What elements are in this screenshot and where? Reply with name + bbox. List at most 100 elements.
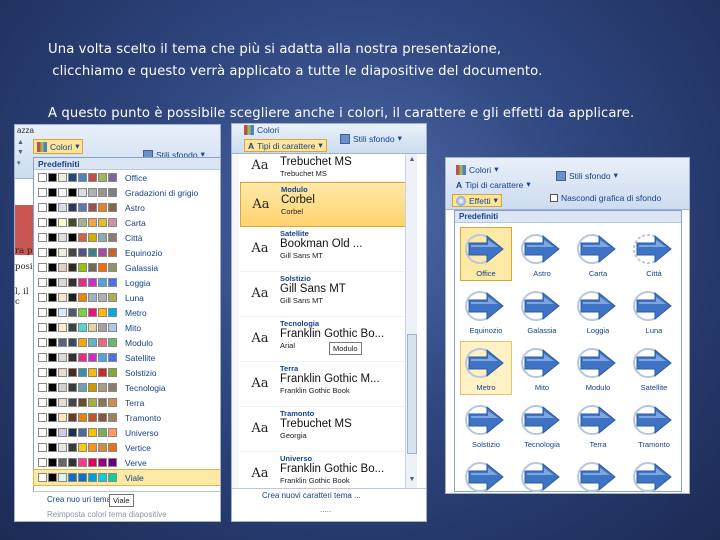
color-swatch [38, 413, 47, 422]
effect-item[interactable]: Loggia [572, 284, 624, 338]
font-theme-item[interactable]: Aa Tecnologia Franklin Gothic Bo... Arial [240, 317, 412, 362]
tipi-di-carattere-button[interactable]: A Tipi di carattere ▾ [244, 139, 327, 152]
font-heading: Trebuchet MS [280, 156, 352, 168]
resize-grip[interactable]: ..... [232, 503, 426, 517]
color-theme-item[interactable]: Tramonto [34, 410, 220, 425]
color-theme-item[interactable]: Verve [34, 455, 220, 470]
font-theme-item[interactable]: Aa Tramonto Trebuchet MS Georgia [240, 407, 412, 452]
color-swatch [78, 458, 87, 467]
scroll-down-icon[interactable]: ▼ [407, 476, 417, 486]
color-swatch [98, 398, 107, 407]
checkbox-icon[interactable] [550, 194, 558, 202]
color-swatch [98, 218, 107, 227]
tooltip-modulo: Modulo [329, 342, 362, 355]
effect-item[interactable]: Office [460, 227, 512, 281]
color-swatch [58, 278, 67, 287]
color-theme-item[interactable]: Carta [34, 215, 220, 230]
effetti-button[interactable]: Effetti ▾ [452, 194, 502, 207]
color-theme-item[interactable]: Solstizio [34, 365, 220, 380]
effect-item[interactable]: Solstizio [460, 398, 512, 452]
color-theme-item[interactable]: Astro [34, 200, 220, 215]
color-swatch [38, 428, 47, 437]
chevron-down-icon: ▾ [526, 179, 531, 189]
color-theme-item[interactable]: Metro [34, 305, 220, 320]
color-swatch [38, 458, 47, 467]
colori-screenshot-panel: azza ▲ ▼ ▾ Colori ▾ Stili sfondo ▾ ra p … [14, 124, 221, 522]
nascondi-grafica-label: Nascondi grafica di sfondo [561, 193, 662, 203]
color-swatch [88, 458, 97, 467]
font-theme-item[interactable]: Aa Universo Franklin Gothic Bo... Franklin … [240, 452, 412, 488]
colori-button[interactable]: Colori ▾ [33, 139, 84, 154]
color-swatch [48, 398, 57, 407]
color-swatch [68, 353, 77, 362]
color-swatch [108, 443, 117, 452]
color-swatches [38, 368, 122, 377]
nascondi-grafica-checkbox[interactable]: Nascondi grafica di sfondo [550, 193, 661, 203]
effect-arrow-icon [521, 462, 560, 492]
effect-item[interactable]: Tramonto [628, 398, 680, 452]
color-theme-item[interactable]: Città [34, 230, 220, 245]
color-theme-item[interactable]: Office [34, 170, 220, 185]
color-theme-item[interactable]: Loggia [34, 275, 220, 290]
color-swatch [58, 173, 67, 182]
color-swatches [38, 398, 122, 407]
effect-item[interactable]: Galassia [516, 284, 568, 338]
effect-item[interactable]: Metro [460, 341, 512, 395]
effect-label: Terra [589, 440, 607, 449]
stili-sfondo-button[interactable]: Stili sfondo ▾ [340, 133, 402, 144]
color-swatch [68, 323, 77, 332]
color-theme-item[interactable]: Tecnologia [34, 380, 220, 395]
color-theme-item[interactable]: Galassia [34, 260, 220, 275]
scroll-up-icon[interactable]: ▲ [407, 156, 417, 166]
font-theme-item[interactable]: Aa Solstizio Gill Sans MT Gill Sans MT [240, 272, 412, 317]
color-theme-item[interactable]: Gradazioni di grigio [34, 185, 220, 200]
effect-item[interactable]: Verve [572, 455, 624, 493]
color-theme-item[interactable]: Terra [34, 395, 220, 410]
font-list-scrollbar[interactable]: ▲ ▼ [405, 154, 417, 488]
effect-item[interactable]: Viale [628, 455, 680, 493]
tipi-di-carattere-button[interactable]: A Tipi di carattere ▾ [456, 179, 531, 190]
color-theme-item[interactable]: Viale [33, 469, 220, 486]
color-swatch [108, 233, 117, 242]
colori-button[interactable]: Colori [244, 125, 279, 135]
color-theme-item[interactable]: Universo [34, 425, 220, 440]
effect-item[interactable]: Astro [516, 227, 568, 281]
stili-sfondo-button[interactable]: Stili sfondo ▾ [556, 170, 618, 181]
effect-item[interactable]: Tecnologia [516, 398, 568, 452]
color-theme-item[interactable]: Luna [34, 290, 220, 305]
effect-item[interactable]: Luna [628, 284, 680, 338]
font-theme-item[interactable]: Aa Modulo Corbel Corbel [240, 182, 412, 227]
effect-item[interactable]: Equinozio [460, 284, 512, 338]
effect-item[interactable]: Satellite [628, 341, 680, 395]
effect-item[interactable]: Modulo [572, 341, 624, 395]
font-theme-item[interactable]: Aa Trebuchet MS Trebuchet MS [240, 154, 412, 182]
color-swatch [98, 203, 107, 212]
crea-nuovi-caratteri-link[interactable]: Crea nuovi caratteri tema ... [232, 489, 426, 503]
color-swatch [68, 308, 77, 317]
effect-item[interactable]: Universo [460, 455, 512, 493]
effect-item[interactable]: Vertice [516, 455, 568, 493]
color-swatch [98, 248, 107, 257]
color-theme-item[interactable]: Vertice [34, 440, 220, 455]
font-theme-item[interactable]: Aa Satellite Bookman Old ... Gill Sans MT [240, 227, 412, 272]
color-theme-item[interactable]: Mito [34, 320, 220, 335]
color-swatch [58, 413, 67, 422]
effect-item[interactable]: Terra [572, 398, 624, 452]
effect-label: Metro [476, 383, 496, 392]
color-swatch [98, 308, 107, 317]
scroll-thumb[interactable] [407, 334, 417, 454]
chevron-down-icon: ▾ [613, 170, 618, 180]
effect-item[interactable]: Carta [572, 227, 624, 281]
font-body: Gill Sans MT [280, 296, 323, 305]
color-theme-item[interactable]: Modulo [34, 335, 220, 350]
color-swatch [88, 248, 97, 257]
colori-button[interactable]: Colori ▾ [456, 164, 498, 175]
color-theme-item[interactable]: Satellite [34, 350, 220, 365]
color-swatch [98, 473, 107, 482]
color-theme-item[interactable]: Equinozio [34, 245, 220, 260]
font-theme-item[interactable]: Aa Terra Franklin Gothic M... Franklin Goth… [240, 362, 412, 407]
color-swatch [58, 218, 67, 227]
font-theme-name: Solstizio [280, 274, 311, 283]
effect-item[interactable]: Città [628, 227, 680, 281]
effect-item[interactable]: Mito [516, 341, 568, 395]
